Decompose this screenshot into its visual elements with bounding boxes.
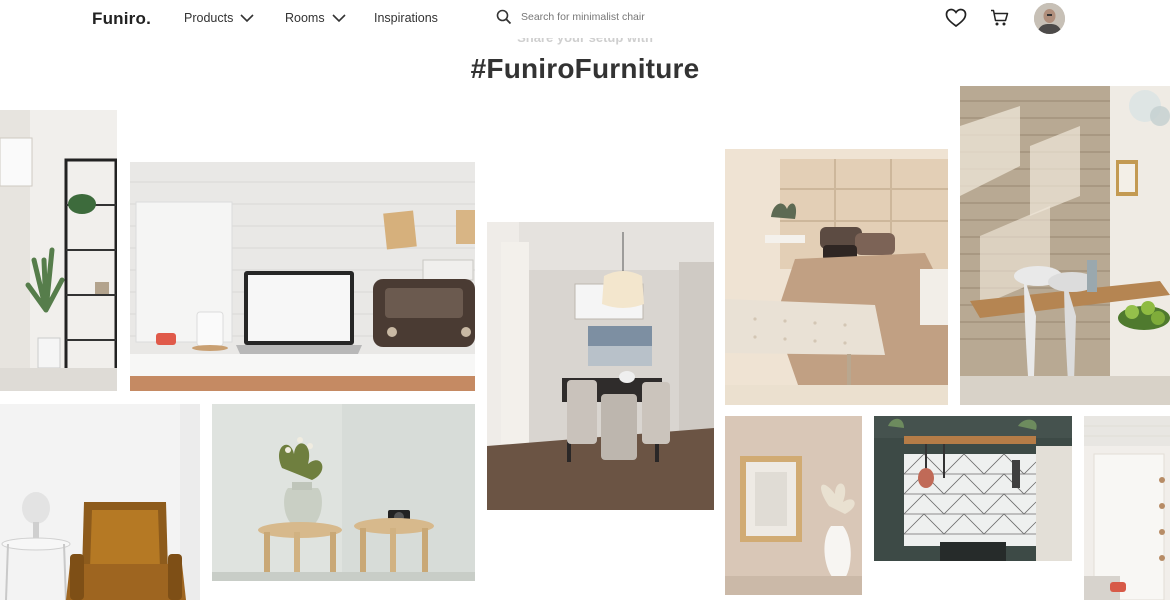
header: Funiro. Products Rooms Inspirations bbox=[0, 0, 1170, 38]
dining-room-image bbox=[487, 222, 714, 510]
gallery-photo-desk[interactable] bbox=[130, 162, 475, 391]
nav-inspirations[interactable]: Inspirations bbox=[374, 11, 438, 25]
cart-icon bbox=[991, 9, 1009, 26]
gallery-photo-shelf-wall[interactable] bbox=[1084, 416, 1170, 600]
chevron-down-icon bbox=[332, 13, 346, 22]
logo[interactable]: Funiro. bbox=[92, 9, 151, 29]
avatar-image bbox=[1034, 3, 1065, 34]
gallery-photo-kitchen-brick[interactable] bbox=[960, 86, 1170, 405]
gallery-photo-bedroom[interactable] bbox=[725, 149, 948, 405]
gallery-photo-shelf[interactable] bbox=[0, 110, 117, 391]
gallery-photo-vase[interactable] bbox=[725, 416, 862, 595]
heart-icon bbox=[945, 8, 967, 28]
nav-products[interactable]: Products bbox=[184, 11, 254, 25]
avatar[interactable] bbox=[1034, 3, 1065, 34]
bedroom-image bbox=[725, 149, 948, 405]
gallery-photo-stools[interactable] bbox=[212, 404, 475, 581]
gallery-photo-armchair[interactable] bbox=[0, 404, 200, 600]
nav-products-label: Products bbox=[184, 11, 234, 25]
vase-image bbox=[725, 416, 862, 595]
armchair-image bbox=[0, 404, 200, 600]
cart-button[interactable] bbox=[990, 9, 1009, 32]
nav-rooms[interactable]: Rooms bbox=[285, 11, 346, 25]
section-title: #FuniroFurniture bbox=[470, 53, 700, 84]
gallery-photo-tiles[interactable] bbox=[874, 416, 1072, 561]
chevron-down-icon bbox=[240, 13, 254, 22]
wishlist-button[interactable] bbox=[945, 8, 967, 33]
nav-rooms-label: Rooms bbox=[285, 11, 325, 25]
shelf-room-image bbox=[0, 110, 117, 391]
stools-image bbox=[212, 404, 475, 581]
nav-inspirations-label: Inspirations bbox=[374, 11, 438, 25]
tiles-kitchen-image bbox=[874, 416, 1072, 561]
search-icon[interactable] bbox=[496, 9, 512, 25]
shelf-wall-image bbox=[1084, 416, 1170, 600]
desk-image bbox=[130, 162, 475, 391]
search-input[interactable] bbox=[521, 11, 721, 23]
gallery-photo-dining[interactable] bbox=[487, 222, 714, 510]
brick-kitchen-image bbox=[960, 86, 1170, 405]
search-bar bbox=[496, 9, 721, 25]
